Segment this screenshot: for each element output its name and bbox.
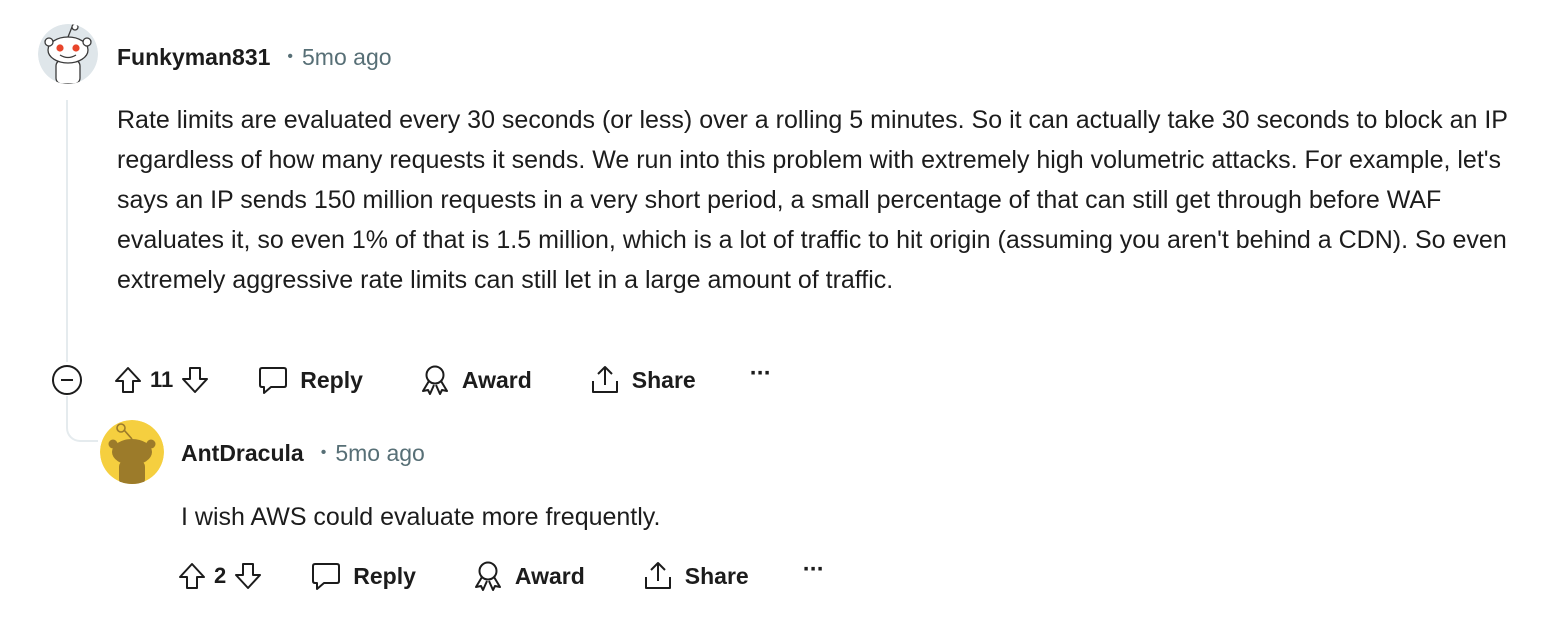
comment-meta: Funkyman831 • 5mo ago	[117, 42, 392, 72]
more-options-button[interactable]: ···	[803, 558, 825, 588]
downvote-arrow-icon	[233, 561, 263, 591]
reply-button[interactable]: Reply	[257, 364, 363, 396]
vote-control: 2	[174, 558, 266, 594]
username[interactable]: AntDracula	[181, 440, 304, 467]
vote-score: 11	[150, 367, 174, 392]
upvote-button[interactable]	[174, 558, 210, 594]
meta-separator: •	[287, 48, 294, 65]
upvote-arrow-icon	[113, 365, 143, 395]
comment-body: Rate limits are evaluated every 30 secon…	[117, 106, 1508, 294]
more-options-button[interactable]: ···	[750, 362, 772, 392]
collapse-thread-button[interactable]	[52, 365, 82, 395]
snoo-yellow-avatar-icon	[100, 420, 164, 484]
upvote-arrow-icon	[177, 561, 207, 591]
award-label: Award	[461, 366, 532, 393]
vote-score: 2	[214, 563, 227, 588]
comment-bubble-icon	[310, 560, 342, 592]
award-ribbon-icon	[472, 560, 504, 592]
snoo-default-white-avatar-icon	[38, 24, 98, 84]
comment-action-bar: 11 Reply Award Share ···	[110, 358, 772, 402]
downvote-button[interactable]	[177, 362, 213, 398]
vote-control: 11	[110, 362, 213, 398]
upvote-button[interactable]	[110, 362, 146, 398]
share-label: Share	[631, 366, 696, 393]
share-upload-icon	[642, 560, 674, 592]
award-button[interactable]: Award	[419, 364, 532, 396]
meta-separator: •	[320, 444, 327, 461]
comment-bubble-icon	[257, 364, 289, 396]
share-button[interactable]: Share	[642, 560, 749, 592]
timestamp[interactable]: 5mo ago	[335, 440, 425, 467]
username[interactable]: Funkyman831	[117, 44, 270, 71]
share-upload-icon	[589, 364, 621, 396]
downvote-arrow-icon	[180, 365, 210, 395]
award-button[interactable]: Award	[472, 560, 585, 592]
comment-action-bar: 2 Reply Award Share ···	[174, 554, 825, 598]
downvote-button[interactable]	[230, 558, 266, 594]
reply-label: Reply	[353, 562, 416, 589]
award-label: Award	[514, 562, 585, 589]
more-options-icon: ···	[749, 360, 772, 387]
comment-meta: AntDracula • 5mo ago	[181, 438, 425, 468]
thread-connector	[66, 396, 98, 442]
reply-label: Reply	[300, 366, 363, 393]
share-button[interactable]: Share	[589, 364, 696, 396]
more-options-icon: ···	[802, 556, 825, 583]
reply-button[interactable]: Reply	[310, 560, 416, 592]
avatar[interactable]	[38, 24, 98, 84]
timestamp[interactable]: 5mo ago	[302, 44, 392, 71]
thread-line	[66, 100, 68, 362]
avatar[interactable]	[100, 420, 164, 484]
award-ribbon-icon	[419, 364, 451, 396]
share-label: Share	[684, 562, 749, 589]
comment-body: I wish AWS could evaluate more frequentl…	[181, 503, 661, 531]
